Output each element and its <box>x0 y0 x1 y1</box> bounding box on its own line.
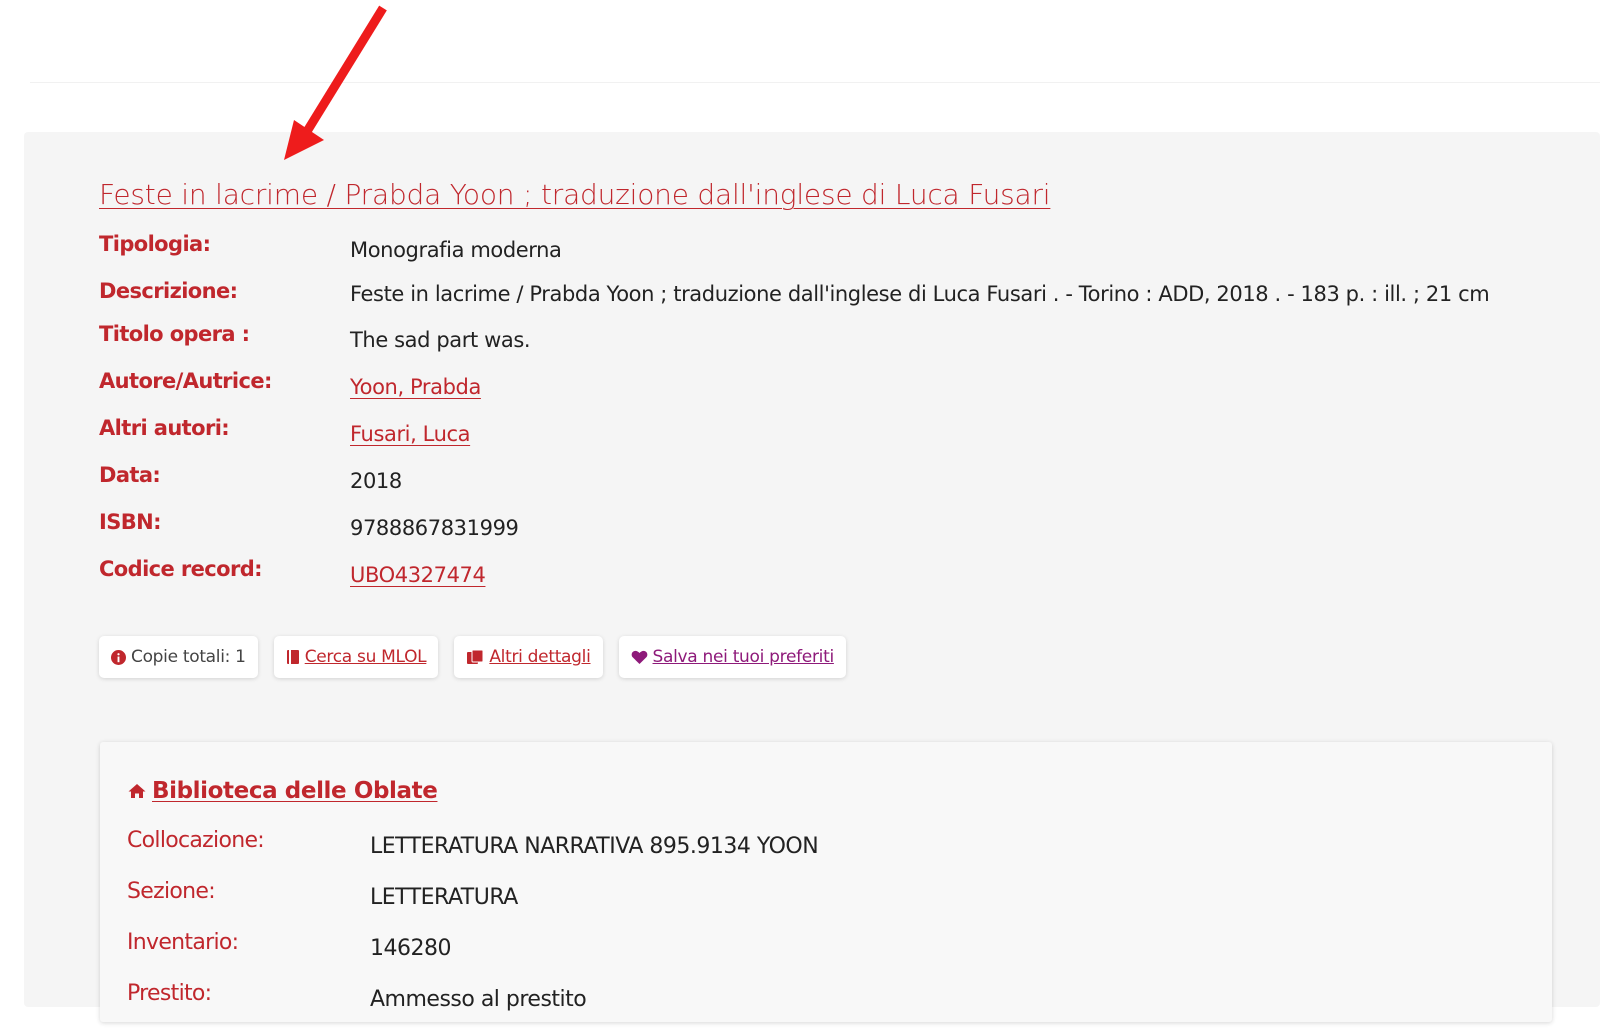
field-row-isbn: ISBN: 9788867831999 <box>99 508 1569 542</box>
library-link[interactable]: Biblioteca delle Oblate <box>128 778 438 804</box>
holding-value-inventario: 146280 <box>370 936 451 961</box>
library-name: Biblioteca delle Oblate <box>152 778 438 804</box>
record-title-link[interactable]: Feste in lacrime / Prabda Yoon ; traduzi… <box>99 178 1051 211</box>
more-details-button[interactable]: Altri dettagli <box>454 636 603 678</box>
field-label: Autore/Autrice: <box>99 369 272 393</box>
favorite-label: Salva nei tuoi preferiti <box>652 647 835 667</box>
author-link[interactable]: Yoon, Prabda <box>350 373 1569 401</box>
field-label: Titolo opera : <box>99 322 250 346</box>
book-icon <box>286 649 300 665</box>
holding-label: Inventario: <box>127 930 239 955</box>
books-icon <box>466 649 484 665</box>
info-circle-icon <box>111 649 126 665</box>
holding-label: Prestito: <box>127 981 212 1006</box>
holding-label: Collocazione: <box>127 828 265 853</box>
field-label: Altri autori: <box>99 416 230 440</box>
field-value-titolo-opera: The sad part was. <box>350 328 531 352</box>
field-label: Descrizione: <box>99 279 238 303</box>
field-row-codice-record: Codice record: UBO4327474 <box>99 555 1569 589</box>
heart-icon <box>631 650 648 665</box>
copies-badge: Copie totali: 1 <box>99 636 258 678</box>
header-area <box>0 0 1600 82</box>
field-row-autore: Autore/Autrice: Yoon, Prabda <box>99 367 1569 401</box>
record-actions: Copie totali: 1 Cerca su MLOL Altri dett… <box>99 636 846 678</box>
holding-row-sezione: Sezione: LETTERATURA <box>127 877 1527 913</box>
field-value-tipologia: Monografia moderna <box>350 238 562 262</box>
header-divider <box>30 82 1600 83</box>
field-value-isbn: 9788867831999 <box>350 516 519 540</box>
save-favorite-button[interactable]: Salva nei tuoi preferiti <box>618 636 846 678</box>
copies-label: Copie totali: 1 <box>131 647 246 667</box>
details-label: Altri dettagli <box>489 647 591 667</box>
field-row-altri-autori: Altri autori: Fusari, Luca <box>99 414 1569 448</box>
field-value-descrizione: Feste in lacrime / Prabda Yoon ; traduzi… <box>350 282 1490 306</box>
holding-label: Sezione: <box>127 879 216 904</box>
field-label: Codice record: <box>99 557 263 581</box>
holding-row-collocazione: Collocazione: LETTERATURA NARRATIVA 895.… <box>127 826 1527 862</box>
holding-value-collocazione: LETTERATURA NARRATIVA 895.9134 YOON <box>370 834 819 859</box>
field-row-data: Data: 2018 <box>99 461 1569 495</box>
home-icon <box>128 783 146 799</box>
field-row-descrizione: Descrizione: Feste in lacrime / Prabda Y… <box>99 277 1569 307</box>
record-code-link[interactable]: UBO4327474 <box>350 561 1569 589</box>
mlol-label: Cerca su MLOL <box>304 647 427 667</box>
holding-fields: Collocazione: LETTERATURA NARRATIVA 895.… <box>127 826 1527 1030</box>
holding-row-prestito: Prestito: Ammesso al prestito <box>127 979 1527 1015</box>
holding-row-inventario: Inventario: 146280 <box>127 928 1527 964</box>
field-row-tipologia: Tipologia: Monografia moderna <box>99 230 1569 264</box>
field-row-titolo-opera: Titolo opera : The sad part was. <box>99 320 1569 354</box>
field-label: Data: <box>99 463 161 487</box>
other-author-link[interactable]: Fusari, Luca <box>350 420 1569 448</box>
field-label: ISBN: <box>99 510 162 534</box>
holding-value-prestito: Ammesso al prestito <box>370 987 587 1012</box>
field-label: Tipologia: <box>99 232 211 256</box>
red-arrow-icon <box>284 5 387 160</box>
search-mlol-button[interactable]: Cerca su MLOL <box>273 636 439 678</box>
field-value-data: 2018 <box>350 469 402 493</box>
holding-value-sezione: LETTERATURA <box>370 885 518 910</box>
record-fields: Tipologia: Monografia moderna Descrizion… <box>99 230 1569 602</box>
